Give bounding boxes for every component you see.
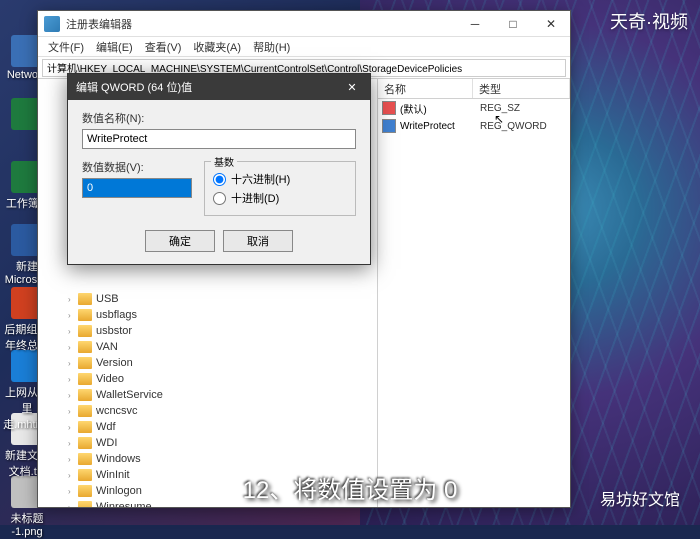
radio-hex[interactable]: 十六进制(H) — [213, 171, 347, 187]
minimize-button[interactable]: ─ — [456, 11, 494, 37]
dialog-title-text: 编辑 QWORD (64 位)值 — [76, 79, 192, 95]
watermark-top-right: 天奇·视频 — [610, 8, 688, 34]
tree-item[interactable]: ›WDI — [38, 435, 377, 451]
tree-item[interactable]: ›Windows — [38, 451, 377, 467]
menu-item[interactable]: 查看(V) — [139, 39, 188, 55]
value-row[interactable]: WriteProtectREG_QWORD — [378, 117, 570, 135]
tree-item[interactable]: ›Wdf — [38, 419, 377, 435]
menubar: 文件(F)编辑(E)查看(V)收藏夹(A)帮助(H) — [38, 37, 570, 57]
value-name-input[interactable] — [82, 129, 356, 149]
tree-item[interactable]: ›Video — [38, 371, 377, 387]
dialog-close-button[interactable]: ✕ — [342, 81, 362, 94]
tree-item[interactable]: ›VAN — [38, 339, 377, 355]
ok-button[interactable]: 确定 — [145, 230, 215, 252]
list-header[interactable]: 名称 类型 — [378, 79, 570, 99]
tree-item[interactable]: ›usbflags — [38, 307, 377, 323]
menu-item[interactable]: 文件(F) — [42, 39, 90, 55]
maximize-button[interactable]: □ — [494, 11, 532, 37]
edit-qword-dialog: 编辑 QWORD (64 位)值 ✕ 数值名称(N): 数值数据(V): 基数 … — [67, 73, 371, 265]
base-group: 基数 十六进制(H) 十进制(D) — [204, 161, 356, 216]
close-button[interactable]: ✕ — [532, 11, 570, 37]
menu-item[interactable]: 帮助(H) — [247, 39, 296, 55]
titlebar[interactable]: 注册表编辑器 ─ □ ✕ — [38, 11, 570, 37]
col-name[interactable]: 名称 — [378, 79, 473, 98]
value-row[interactable]: (默认)REG_SZ — [378, 99, 570, 117]
dialog-titlebar[interactable]: 编辑 QWORD (64 位)值 ✕ — [68, 74, 370, 100]
cancel-button[interactable]: 取消 — [223, 230, 293, 252]
watermark-bottom-right: 易坊好文馆 — [600, 486, 680, 510]
tree-item[interactable]: ›wcncsvc — [38, 403, 377, 419]
values-panel[interactable]: 名称 类型 (默认)REG_SZWriteProtectREG_QWORD — [378, 79, 570, 507]
name-label: 数值名称(N): — [82, 110, 356, 126]
menu-item[interactable]: 编辑(E) — [90, 39, 139, 55]
tree-item[interactable]: ›WalletService — [38, 387, 377, 403]
data-label: 数值数据(V): — [82, 159, 192, 175]
col-type[interactable]: 类型 — [473, 79, 570, 98]
tree-item[interactable]: ›usbstor — [38, 323, 377, 339]
tree-item[interactable]: ›Version — [38, 355, 377, 371]
menu-item[interactable]: 收藏夹(A) — [187, 39, 247, 55]
radio-dec[interactable]: 十进制(D) — [213, 190, 347, 206]
value-data-input[interactable] — [82, 178, 192, 198]
base-legend: 基数 — [211, 154, 237, 169]
regedit-icon — [44, 16, 60, 32]
window-title: 注册表编辑器 — [66, 16, 456, 32]
video-subtitle: 12、将数值设置为 0 — [243, 470, 458, 505]
cursor-icon: ↖ — [494, 112, 504, 126]
tree-item[interactable]: ›USB — [38, 291, 377, 307]
